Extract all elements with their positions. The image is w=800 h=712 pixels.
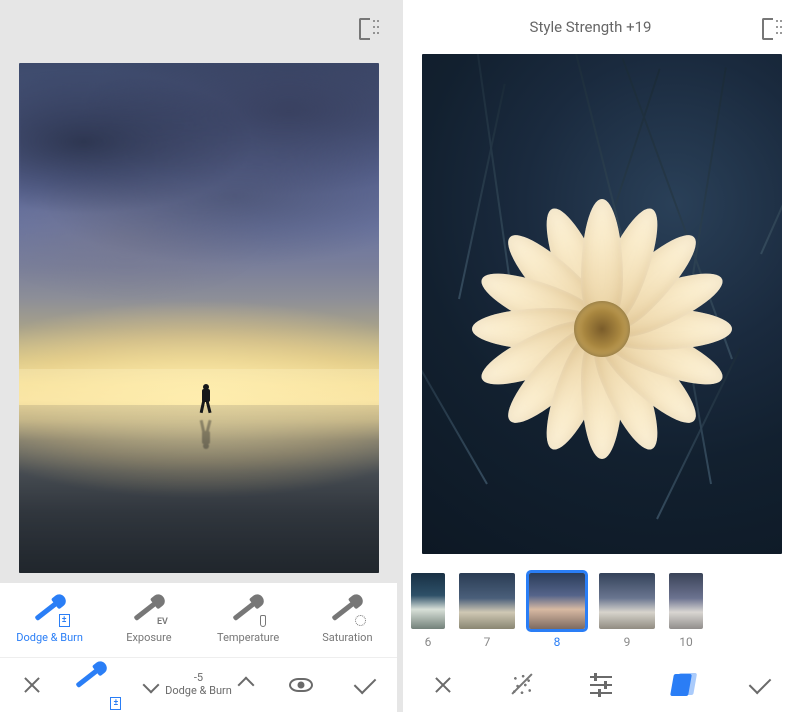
- check-icon: [354, 672, 377, 695]
- compare-icon[interactable]: [359, 18, 381, 36]
- brush-icon: EV: [132, 596, 166, 624]
- tool-dodge-burn[interactable]: ± Dodge & Burn: [7, 596, 93, 644]
- style-number: 10: [679, 635, 693, 649]
- apply-button[interactable]: [738, 663, 782, 707]
- check-icon: [749, 671, 772, 694]
- action-bar: [403, 658, 800, 712]
- tool-exposure[interactable]: EV Exposure: [106, 596, 192, 644]
- compare-icon[interactable]: [762, 18, 784, 36]
- x-icon: [23, 676, 41, 694]
- stepper-label: Dodge & Burn: [165, 685, 232, 698]
- styles-button[interactable]: [659, 663, 703, 707]
- arrow-up-icon[interactable]: [237, 676, 254, 693]
- style-number: 8: [554, 635, 561, 649]
- tool-label: Exposure: [126, 631, 171, 644]
- grain-button[interactable]: [500, 663, 544, 707]
- style-number: 6: [425, 635, 432, 649]
- intensity-stepper[interactable]: -5 Dodge & Burn: [138, 663, 258, 707]
- brush-icon: [330, 596, 364, 624]
- topbar: [0, 0, 397, 53]
- style-swatch: [599, 573, 655, 629]
- style-number: 9: [624, 635, 631, 649]
- brush-tool-row: ± Dodge & Burn EV Exposure Temperature S…: [0, 583, 397, 657]
- style-number: 7: [484, 635, 491, 649]
- style-preset-9[interactable]: 9: [599, 573, 655, 649]
- brush-mode-button[interactable]: ±: [74, 663, 118, 707]
- brush-icon: ±: [83, 674, 109, 696]
- adjust-button[interactable]: [579, 663, 623, 707]
- arrow-down-icon[interactable]: [143, 676, 160, 693]
- subject-silhouette: [199, 384, 213, 414]
- style-preset-8[interactable]: 8: [529, 573, 585, 649]
- style-preset-6[interactable]: 6: [411, 573, 445, 649]
- cancel-button[interactable]: [10, 663, 54, 707]
- topbar: Style Strength +19: [403, 0, 800, 54]
- cancel-button[interactable]: [421, 663, 465, 707]
- brush-icon: ±: [33, 596, 67, 624]
- style-swatch: [669, 573, 703, 629]
- tool-label: Saturation: [322, 631, 372, 644]
- grain-icon: [511, 674, 533, 696]
- apply-button[interactable]: [343, 663, 387, 707]
- adjustment-readout: Style Strength +19: [419, 18, 762, 36]
- editor-dodge-burn-screen: ± Dodge & Burn EV Exposure Temperature S…: [0, 0, 397, 712]
- brush-icon: [231, 596, 265, 624]
- tool-label: Temperature: [217, 631, 279, 644]
- tool-saturation[interactable]: Saturation: [304, 596, 390, 644]
- flower-subject: [462, 189, 742, 469]
- tool-label: Dodge & Burn: [16, 631, 83, 644]
- style-preset-7[interactable]: 7: [459, 573, 515, 649]
- image-canvas[interactable]: [403, 54, 800, 564]
- style-swatch: [459, 573, 515, 629]
- mask-preview-button[interactable]: [279, 663, 323, 707]
- action-bar: ± -5 Dodge & Burn: [0, 657, 397, 712]
- image-canvas[interactable]: [0, 53, 397, 583]
- x-icon: [434, 676, 452, 694]
- sliders-icon: [590, 676, 612, 694]
- style-presets-strip[interactable]: 6 7 8 9 10: [403, 564, 800, 657]
- tool-temperature[interactable]: Temperature: [205, 596, 291, 644]
- edited-photo: [19, 63, 379, 573]
- style-swatch: [529, 573, 585, 629]
- eye-icon: [289, 678, 313, 692]
- style-preset-10[interactable]: 10: [669, 573, 703, 649]
- style-card-icon: [670, 674, 692, 696]
- editor-styles-screen: Style Strength +19 6 7 8 9 10: [403, 0, 800, 712]
- style-swatch: [411, 573, 445, 629]
- edited-photo: [422, 54, 782, 554]
